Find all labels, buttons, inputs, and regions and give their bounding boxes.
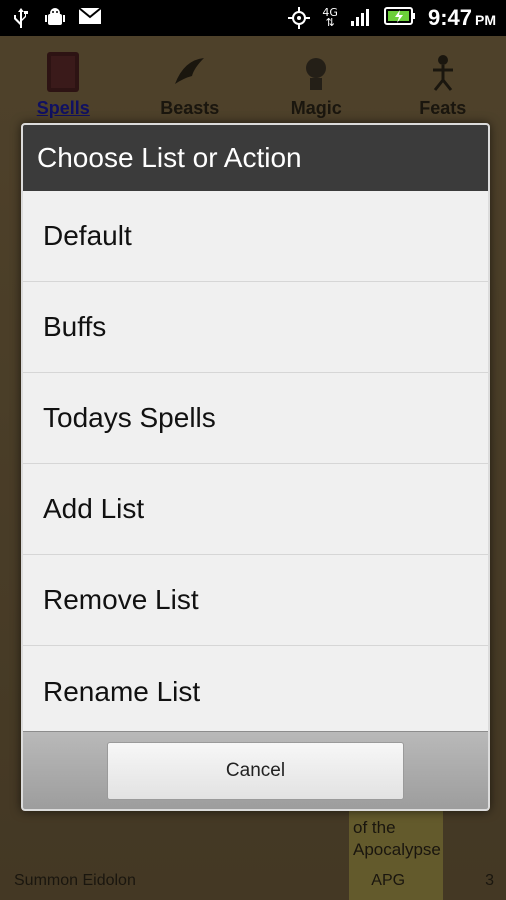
gps-icon	[288, 7, 311, 29]
mail-icon	[78, 7, 102, 29]
dialog-title: Choose List or Action	[23, 125, 488, 191]
network-type: 4G	[322, 6, 338, 19]
choose-list-dialog: Choose List or Action Default Buffs Toda…	[21, 123, 490, 811]
network-4g-icon: 4G ⇅	[322, 6, 338, 29]
android-debug-icon	[44, 7, 66, 29]
status-right: 4G ⇅ 9:47 PM	[288, 5, 496, 31]
clock-time: 9:47	[427, 5, 472, 30]
list-item-default[interactable]: Default	[23, 191, 488, 282]
dialog-footer: Cancel	[23, 731, 488, 809]
clock-ampm: PM	[475, 12, 496, 28]
list-item-add-list[interactable]: Add List	[23, 464, 488, 555]
list-item-rename-list[interactable]: Rename List	[23, 646, 488, 737]
list-item-todays-spells[interactable]: Todays Spells	[23, 373, 488, 464]
list-item-remove-list[interactable]: Remove List	[23, 555, 488, 646]
signal-icon	[350, 7, 372, 29]
battery-charging-icon	[383, 6, 416, 30]
dialog-list: Default Buffs Todays Spells Add List Rem…	[23, 191, 488, 737]
clock: 9:47 PM	[428, 5, 496, 31]
status-bar: 4G ⇅ 9:47 PM	[0, 0, 506, 36]
cancel-button[interactable]: Cancel	[107, 741, 404, 800]
list-item-buffs[interactable]: Buffs	[23, 282, 488, 373]
status-left	[10, 7, 102, 29]
usb-icon	[10, 7, 32, 29]
